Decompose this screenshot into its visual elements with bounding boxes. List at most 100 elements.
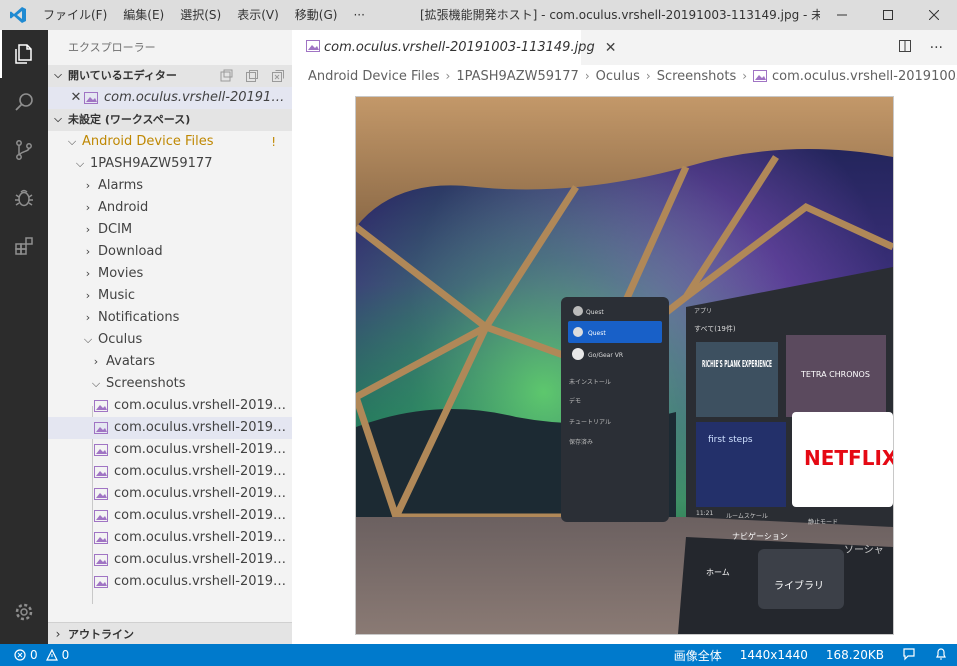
explorer-sidebar: エクスプローラー ⌵ 開いているエディター ✕ com.oculus.vrshe… [48,30,292,644]
file-item[interactable]: com.oculus.vrshell-20191212... [48,483,292,505]
breadcrumb-item[interactable]: Android Device Files [308,69,440,84]
tree-item-folder[interactable]: › Music [48,285,292,307]
folder-label: Download [98,244,163,259]
breadcrumb-item[interactable]: com.oculus.vrshell-20191003-113149.jpg [772,69,957,84]
folder-label: Alarms [98,178,144,193]
image-file-icon [753,70,768,82]
menu-file[interactable]: ファイル(F) [35,0,115,30]
tree-item-avatars[interactable]: › Avatars [48,351,292,373]
debug-activity[interactable] [0,174,48,222]
workspace-header[interactable]: ⌵ 未設定 (ワークスペース) [48,109,292,131]
file-item[interactable]: com.oculus.vrshell-20191108... [48,439,292,461]
tree-item-oculus[interactable]: ⌵ Oculus [48,329,292,351]
folder-label: Notifications [98,310,180,325]
explorer-activity[interactable] [0,30,48,78]
image-file-icon [306,39,320,56]
tree-item-folder[interactable]: › Download [48,241,292,263]
close-editor-icon[interactable]: ✕ [68,87,84,109]
editor-tab[interactable]: com.oculus.vrshell-20191003-113149.jpg ✕ [292,30,616,65]
image-file-icon [94,443,110,457]
tree-item-device[interactable]: ⌵ 1PASH9AZW59177 [48,153,292,175]
warning-icon [45,649,58,661]
screenshot-file-list: com.oculus.vrshell-20191003... com.oculus… [48,395,292,593]
tile-tetra-chronos: TETRA CHRONOS [800,370,870,379]
vr-screenshot-image[interactable]: Quest Quest Go/Gear VR 未インストール デモ チュートリア… [355,96,894,635]
file-label: com.oculus.vrshell-20191003... [114,420,292,435]
tree-item-folder[interactable]: › DCIM [48,219,292,241]
menu-selection[interactable]: 選択(S) [172,0,229,30]
workspace-label: 未設定 (ワークスペース) [68,113,191,126]
problems-indicator[interactable]: 0 0 [0,648,69,662]
tree-root-label: Android Device Files [82,134,214,149]
chevron-right-icon: › [85,201,91,214]
close-all-icon [272,70,284,82]
maximize-icon [883,10,893,20]
menu-view[interactable]: 表示(V) [229,0,287,30]
menu-more[interactable]: ··· [345,0,372,30]
image-file-icon [94,399,110,413]
file-item[interactable]: com.oculus.vrshell-20191212... [48,527,292,549]
open-editor-item[interactable]: ✕ com.oculus.vrshell-20191003-1... [48,87,292,109]
save-all-button[interactable] [244,65,260,87]
search-activity[interactable] [0,78,48,126]
chevron-right-icon: › [85,267,91,280]
tree-item-screenshots[interactable]: ⌵ Screenshots [48,373,292,395]
close-window-button[interactable] [911,0,957,30]
files-icon [15,44,32,64]
outline-header[interactable]: › アウトライン [48,622,292,644]
tree-item-folder[interactable]: › Alarms [48,175,292,197]
breadcrumb-item[interactable]: 1PASH9AZW59177 [456,69,578,84]
folder-label: Oculus [98,332,143,347]
menu-bar: ファイル(F) 編集(E) 選択(S) 表示(V) 移動(G) ··· [35,0,373,30]
tree-item-folder[interactable]: › Notifications [48,307,292,329]
new-untitled-file-button[interactable] [218,65,234,87]
image-file-icon [94,531,110,545]
chevron-down-icon: ⌵ [54,70,62,81]
more-actions-button[interactable]: ··· [930,40,943,56]
tree-root-android-device-files[interactable]: ⌵ Android Device Files ! [48,131,292,153]
zoom-status[interactable]: 画像全体 [665,647,731,664]
file-item[interactable]: com.oculus.vrshell-20191212... [48,571,292,593]
chevron-down-icon: ⌵ [83,333,93,346]
chevron-right-icon: › [85,289,91,302]
split-editor-button[interactable] [898,39,912,57]
chevron-right-icon: › [584,69,590,83]
file-label: com.oculus.vrshell-20191108... [114,464,292,479]
image-file-icon [94,465,110,479]
source-control-activity[interactable] [0,126,48,174]
breadcrumb-item[interactable]: Oculus [596,69,640,84]
feedback-button[interactable] [893,647,925,664]
notifications-button[interactable] [925,647,957,664]
chevron-right-icon: › [55,626,61,641]
tree-item-folder[interactable]: › Android [48,197,292,219]
panel-header: Quest [586,309,604,316]
menu-go[interactable]: 移動(G) [287,0,346,30]
minimize-button[interactable] [819,0,865,30]
close-all-editors-button[interactable] [270,65,286,87]
device-label: 1PASH9AZW59177 [90,156,213,171]
file-item[interactable]: com.oculus.vrshell-20191003... [48,417,292,439]
extensions-activity[interactable] [0,222,48,270]
split-editor-icon [898,39,911,52]
tree-item-folder[interactable]: › Movies [48,263,292,285]
file-item[interactable]: com.oculus.vrshell-20191212... [48,505,292,527]
manage-activity[interactable] [0,588,48,636]
file-item[interactable]: com.oculus.vrshell-20191212... [48,549,292,571]
image-file-icon [94,509,110,523]
menu-tutorial: チュートリアル [569,419,611,426]
feedback-icon [903,647,915,660]
image-file-icon [94,575,110,589]
file-item[interactable]: com.oculus.vrshell-20191003... [48,395,292,417]
chevron-right-icon: › [742,69,748,83]
apps-library-panel: アプリ すべて(19件) RICHIE'S PLANK EXPERIENCE T… [686,267,893,527]
close-icon[interactable]: ✕ [605,40,617,56]
chevron-right-icon: › [93,355,99,368]
chevron-right-icon: › [445,69,451,83]
quest-menu-panel: Quest Quest Go/Gear VR 未インストール デモ チュートリア… [561,297,669,522]
nav-library: ライブラリ [774,579,824,592]
maximize-button[interactable] [865,0,911,30]
breadcrumb-item[interactable]: Screenshots [657,69,737,84]
menu-edit[interactable]: 編集(E) [115,0,172,30]
open-editors-header[interactable]: ⌵ 開いているエディター [48,65,292,87]
file-item[interactable]: com.oculus.vrshell-20191108... [48,461,292,483]
